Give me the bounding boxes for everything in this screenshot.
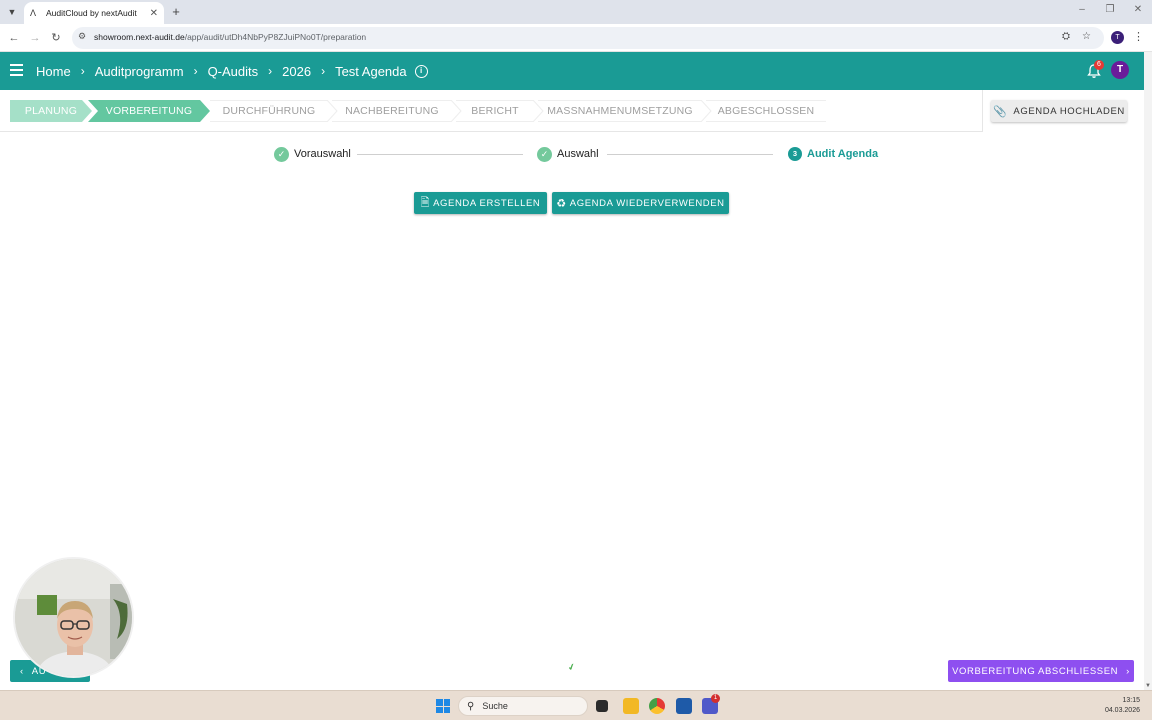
paperclip-icon: 📎: [993, 105, 1008, 118]
os-taskbar: ⚲ Suche: [0, 690, 1152, 720]
substep-connector: [607, 154, 773, 155]
breadcrumb-q-audits[interactable]: Q-Audits: [208, 64, 259, 79]
chevron-left-icon: ‹: [20, 665, 24, 677]
site-info-icon[interactable]: ⚙: [78, 31, 86, 42]
taskbar-search-label: Suche: [482, 701, 508, 711]
windows-start-icon[interactable]: [436, 699, 450, 713]
phase-separator: [700, 100, 712, 122]
minimize-icon[interactable]: –: [1072, 4, 1092, 15]
file-explorer-icon[interactable]: [623, 698, 639, 714]
phase-separator: [532, 100, 544, 122]
phase-abgeschlossen[interactable]: ABGESCHLOSSEN: [706, 100, 826, 122]
chevron-right-icon: ›: [1126, 665, 1130, 677]
reload-icon[interactable]: ↻: [48, 30, 64, 46]
tab-title: AuditCloud by nextAudit: [46, 8, 137, 18]
chevron-right-icon: ›: [80, 64, 85, 78]
phase-separator: [326, 100, 338, 122]
webcam-overlay: [13, 557, 134, 678]
finish-preparation-label: VORBEREITUNG ABSCHLIESSEN: [952, 665, 1119, 677]
phase-massnahmenumsetzung[interactable]: MASSNAHMENUMSETZUNG: [538, 100, 702, 122]
new-tab-icon[interactable]: +: [168, 4, 184, 20]
close-tab-icon[interactable]: ✕: [150, 8, 158, 19]
taskbar-search[interactable]: ⚲ Suche: [458, 696, 588, 716]
step-number: 3: [788, 147, 802, 161]
url-host: showroom.next-audit.de: [94, 32, 185, 42]
breadcrumb-year[interactable]: 2026: [282, 64, 311, 79]
user-avatar[interactable]: T: [1111, 61, 1129, 79]
forward-arrow-icon[interactable]: →: [27, 30, 43, 46]
substep-auswahl[interactable]: ✓ Auswahl: [537, 146, 599, 162]
app-header: Home › Auditprogramm › Q-Audits › 2026 ›…: [0, 52, 1144, 90]
check-circle-icon: ✓: [274, 146, 289, 162]
phase-vorbereitung[interactable]: VORBEREITUNG: [88, 100, 210, 122]
chevron-right-icon: ›: [321, 64, 326, 78]
back-arrow-icon[interactable]: ←: [6, 30, 22, 46]
bookmark-star-icon[interactable]: ☆: [1082, 31, 1091, 42]
upload-agenda-label: AGENDA HOCHLADEN: [1013, 105, 1125, 117]
reuse-agenda-label: AGENDA WIEDERVERWENDEN: [569, 197, 725, 209]
browser-menu-icon[interactable]: ⋮: [1133, 30, 1144, 43]
clock-time: 13:15: [1122, 697, 1140, 704]
breadcrumb-home[interactable]: Home: [36, 64, 71, 79]
check-mark-icon: ✔: [566, 661, 577, 674]
favicon-icon: Λ: [30, 8, 37, 18]
recycle-icon: ♻: [556, 197, 567, 210]
chrome-icon[interactable]: [649, 698, 665, 714]
substep-connector: [357, 154, 523, 155]
store-icon[interactable]: [676, 698, 692, 714]
phase-durchfuehrung[interactable]: DURCHFÜHRUNG: [210, 100, 328, 122]
substep-label: Auswahl: [557, 148, 599, 160]
phase-planung[interactable]: PLANUNG: [10, 100, 92, 122]
restore-icon[interactable]: ❐: [1100, 4, 1120, 15]
address-bar[interactable]: ⚙ showroom.next-audit.de/app/audit/utDh4…: [72, 27, 1104, 49]
browser-tab-strip: ▼ Λ AuditCloud by nextAudit ✕ + – ❐ ✕: [0, 0, 1152, 24]
browser-tab[interactable]: Λ AuditCloud by nextAudit ✕: [24, 2, 164, 24]
close-window-icon[interactable]: ✕: [1128, 4, 1148, 15]
chevron-right-icon: ›: [193, 64, 198, 78]
substep-audit-agenda[interactable]: 3 Audit Agenda: [788, 146, 878, 162]
substep-label: Audit Agenda: [807, 148, 879, 160]
document-icon: 🗎: [420, 196, 431, 209]
info-icon[interactable]: i: [414, 64, 428, 78]
create-agenda-label: AGENDA ERSTELLEN: [433, 197, 541, 209]
presenter-video-image: [15, 559, 132, 676]
phase-separator: [450, 100, 462, 122]
search-icon: ⚲: [467, 700, 475, 712]
browser-toolbar: ← → ↻ ⚙ showroom.next-audit.de/app/audit…: [0, 24, 1152, 52]
breadcrumb: Home › Auditprogramm › Q-Audits › 2026 ›…: [36, 52, 428, 90]
scroll-down-icon[interactable]: ▼: [1145, 683, 1151, 689]
breadcrumb-current-audit: Test Agenda: [335, 63, 407, 79]
teams-badge: 1: [711, 694, 720, 703]
reuse-agenda-button[interactable]: ♻ AGENDA WIEDERVERWENDEN: [552, 192, 729, 214]
substep-vorauswahl[interactable]: ✓ Vorauswahl: [274, 146, 351, 162]
create-agenda-button[interactable]: 🗎 AGENDA ERSTELLEN: [414, 192, 547, 214]
clock-date: 04.03.2026: [1104, 707, 1140, 714]
url-text: showroom.next-audit.de/app/audit/utDh4Nb…: [94, 32, 366, 42]
phase-stepper: PLANUNG VORBEREITUNG DURCHFÜHRUNG NACHBE…: [0, 90, 982, 132]
url-path: /app/audit/utDh4NbPyP8ZJuiPNo0T/preparat…: [184, 32, 367, 42]
phase-bericht[interactable]: BERICHT: [456, 100, 534, 122]
translate-icon[interactable]: ⛭: [1062, 31, 1070, 42]
notification-badge: 6: [1094, 60, 1104, 70]
toolbar-divider: [982, 90, 983, 132]
finish-preparation-button[interactable]: VORBEREITUNG ABSCHLIESSEN ›: [948, 660, 1134, 682]
substep-label: Vorauswahl: [294, 148, 351, 160]
system-clock[interactable]: 13:15 04.03.2026: [1105, 696, 1140, 716]
tab-search-icon[interactable]: ▼: [4, 4, 20, 20]
chevron-right-icon: ›: [268, 64, 273, 78]
upload-agenda-button[interactable]: 📎 AGENDA HOCHLADEN: [991, 100, 1127, 122]
browser-profile-avatar[interactable]: T: [1111, 31, 1124, 44]
menu-icon[interactable]: [10, 64, 23, 77]
phase-nachbereitung[interactable]: NACHBEREITUNG: [332, 100, 452, 122]
check-circle-icon: ✓: [537, 146, 552, 162]
page-scrollbar[interactable]: [1144, 52, 1152, 690]
task-view-icon[interactable]: [596, 700, 608, 712]
breadcrumb-auditprogramm[interactable]: Auditprogramm: [95, 64, 184, 79]
